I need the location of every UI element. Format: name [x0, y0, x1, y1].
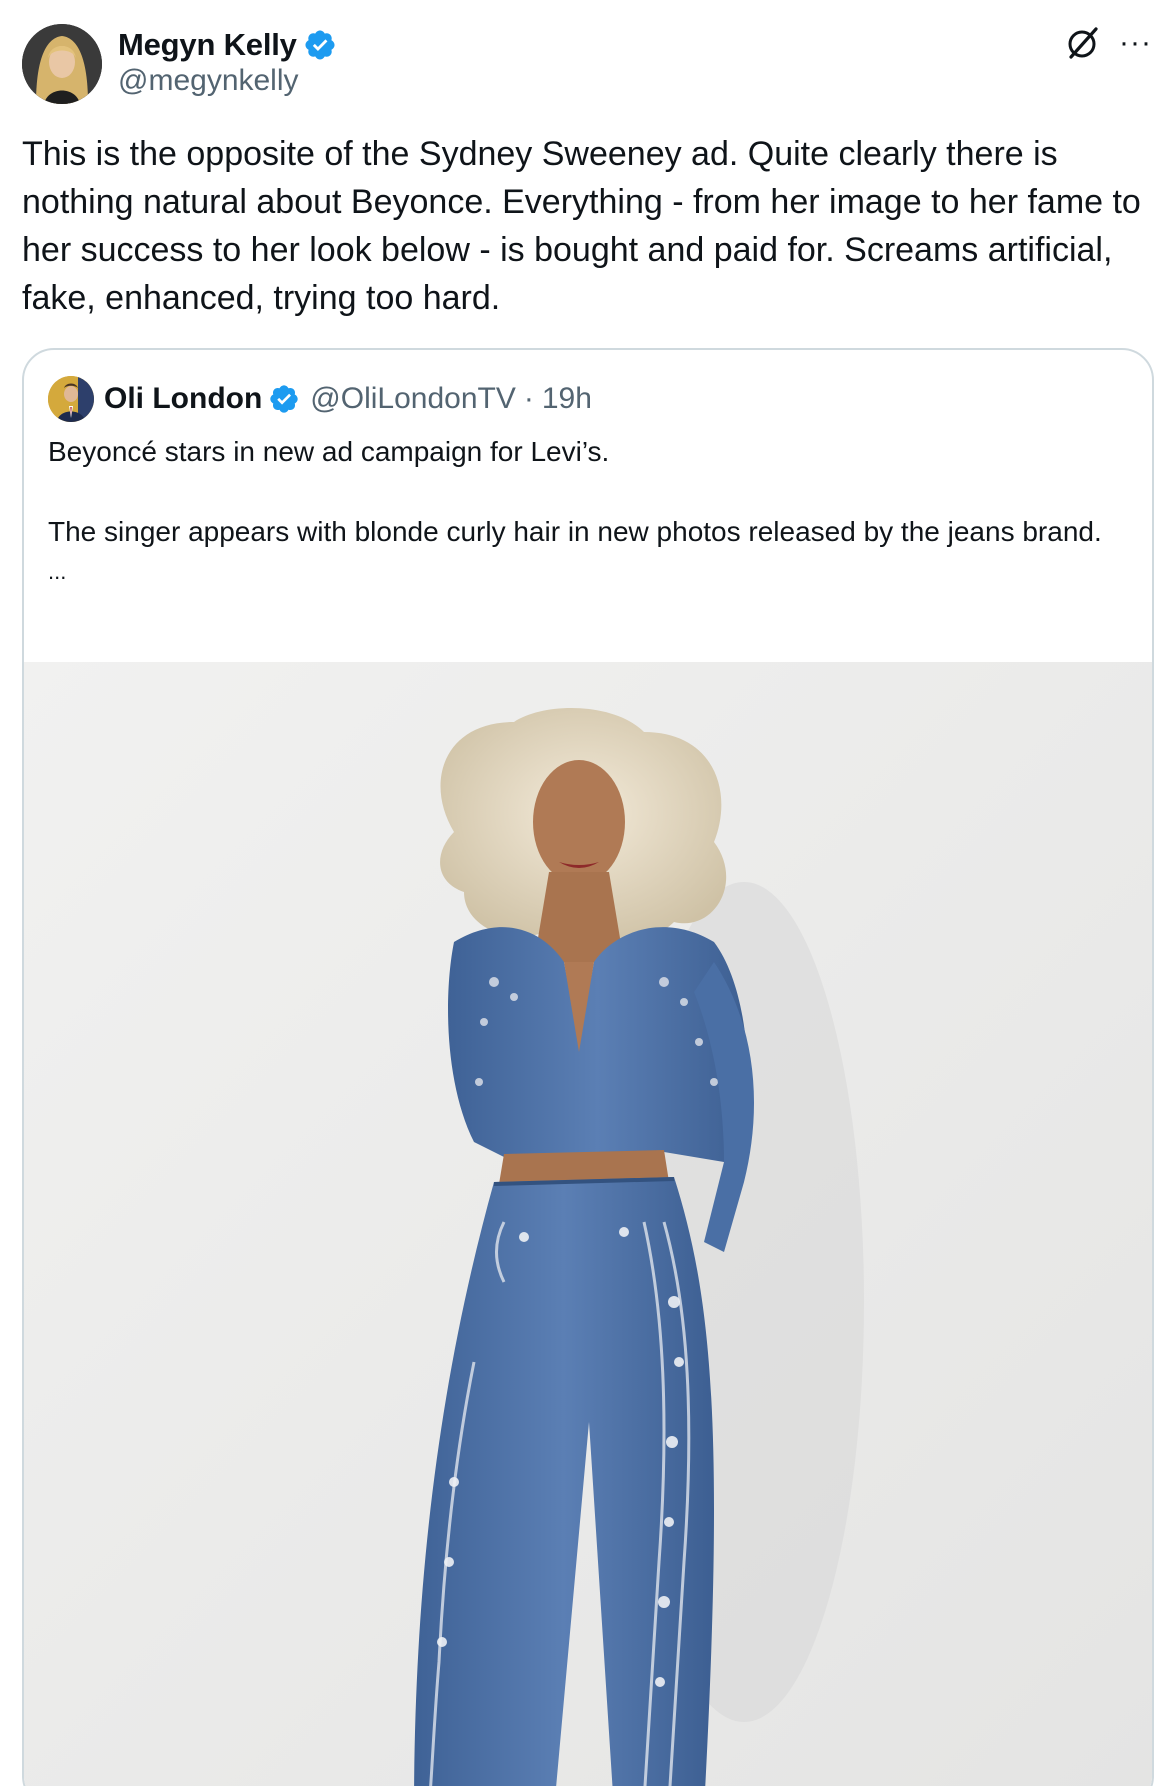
quoted-avatar-image: [48, 376, 94, 422]
author-handle[interactable]: @megynkelly: [118, 64, 299, 98]
grok-slash-icon[interactable]: [1063, 24, 1101, 62]
tweet-text: This is the opposite of the Sydney Sween…: [22, 135, 1141, 317]
author-avatar[interactable]: [22, 24, 102, 104]
photo-denim-outfit-image: [24, 662, 1152, 1786]
quoted-timestamp[interactable]: 19h: [542, 382, 592, 416]
quoted-text-ellipsis: ...: [48, 559, 67, 584]
quoted-media-photo[interactable]: [24, 662, 1152, 1786]
quoted-handle[interactable]: @OliLondonTV: [310, 382, 516, 416]
tweet[interactable]: Megyn Kelly @megynkelly ··· This is the …: [0, 0, 1176, 1786]
quoted-author-avatar[interactable]: [48, 376, 94, 422]
quoted-display-name[interactable]: Oli London: [104, 382, 262, 416]
quoted-tweet-text: Beyoncé stars in new ad campaign for Lev…: [48, 432, 1138, 592]
quoted-separator: ·: [523, 382, 534, 415]
verified-badge-icon: [303, 28, 337, 62]
quoted-tweet-card[interactable]: Oli London @OliLondonTV · 19h Beyoncé st…: [22, 348, 1154, 1786]
quoted-tweet-header: Oli London @OliLondonTV · 19h: [48, 376, 592, 422]
author-display-name[interactable]: Megyn Kelly: [118, 27, 297, 63]
author-name-row[interactable]: Megyn Kelly: [118, 24, 337, 66]
more-options-icon[interactable]: ···: [1119, 28, 1152, 58]
quoted-verified-badge-icon: [268, 383, 300, 415]
tweet-top-actions: ···: [1063, 24, 1152, 62]
quoted-text-line-2: The singer appears with blonde curly hai…: [48, 516, 1102, 547]
quoted-text-line-1: Beyoncé stars in new ad campaign for Lev…: [48, 436, 610, 467]
avatar-image: [22, 24, 102, 104]
